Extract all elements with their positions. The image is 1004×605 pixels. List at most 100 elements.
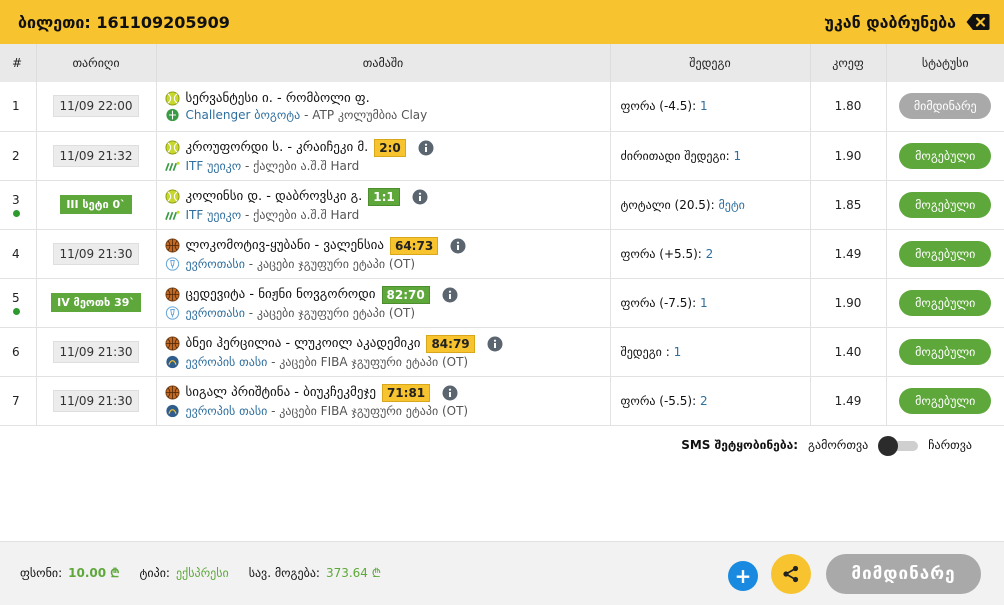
table-row: 4 11/09 21:30 ლოკომოტივ-ყუბანი - ვალენსი… [0, 229, 1004, 279]
info-icon[interactable] [442, 385, 458, 401]
match-teams[interactable]: ბნეი ჰერცილია - ლუკოილ აკადემიკი [186, 336, 421, 351]
tournament-name[interactable]: Challenger ბოგოტა [186, 108, 301, 122]
back-button[interactable]: უკან დაბრუნება [824, 13, 990, 32]
eurocup-logo-icon [165, 256, 179, 271]
backspace-icon [966, 14, 990, 30]
share-icon [783, 565, 799, 583]
live-indicator-dot [13, 307, 20, 315]
coef-value: 1.90 [809, 278, 886, 328]
status-badge[interactable]: მოგებული [899, 240, 992, 267]
table-row: 3 III სეტი 0` კოლინსი დ. - დაბროვსკი გ. … [0, 180, 1004, 230]
tournament-name[interactable]: ITF უეიკო [186, 159, 242, 173]
result-value: 2 [705, 246, 714, 261]
share-button[interactable] [771, 554, 811, 594]
itf-logo-icon [164, 210, 180, 220]
col-result: შედეგი [609, 44, 810, 82]
info-icon[interactable] [442, 287, 458, 303]
tennis-ball-icon [164, 140, 180, 155]
tennis-ball-icon [164, 189, 180, 204]
fiba-europe-cup-icon [165, 404, 179, 417]
result-value: 2 [699, 393, 708, 408]
match-teams[interactable]: კოლინსი დ. - დაბროვსკი გ. [186, 189, 363, 204]
tournament-detail: - ქალები ა.შ.შ Hard [241, 158, 360, 173]
tournament-detail: - კაცები FIBA ჯგუფური ეტაპი (OT) [267, 354, 469, 369]
table-row: 2 11/09 21:32 კროუფორდი ს. - კრაიჩეკი მ.… [0, 131, 1004, 181]
col-coef: კოეფ [809, 44, 886, 82]
result-value: 1 [733, 148, 742, 163]
score-badge: 84:79 [426, 334, 475, 353]
match-teams[interactable]: სიგალ პრიშტინა - ბიუკჩეკმეჯე [186, 385, 376, 400]
tennis-ball-icon [164, 91, 180, 106]
row-date: 11/09 21:30 [52, 389, 140, 412]
tournament-name[interactable]: ევროპის თასი [186, 404, 268, 418]
basketball-icon [164, 385, 180, 400]
potential-win-label: სავ. მოგება: [248, 566, 320, 580]
sms-label: SMS შეტყობინება: [681, 438, 799, 452]
result-label: ფორა (+5.5): [620, 246, 706, 261]
result-value: 1 [699, 295, 708, 310]
ticket-header: ბილეთი: 161109205909 უკან დაბრუნება [0, 0, 1004, 44]
basketball-icon [164, 336, 180, 351]
tournament-name[interactable]: ევროთასი [186, 306, 245, 320]
info-icon[interactable] [418, 140, 434, 156]
result-label: ტოტალი (20.5): [620, 197, 719, 212]
col-status: სტატუსი [885, 44, 1004, 82]
row-number: 1 [0, 82, 36, 132]
tournament-name[interactable]: ევროთასი [186, 257, 245, 271]
match-teams[interactable]: ლოკომოტივ-ყუბანი - ვალენსია [186, 238, 384, 253]
status-badge[interactable]: მოგებული [899, 289, 992, 316]
eurocup-logo-icon [165, 305, 179, 320]
row-number: 6 [0, 327, 36, 377]
result-value: 1 [699, 99, 708, 114]
ticket-footer: ფსონი: 10.00 ₾ ტიპი: ექსპრესი სავ. მოგება:… [0, 541, 1004, 605]
match-teams[interactable]: ცედევიტა - ნიჟნი ნოვგოროდი [186, 287, 376, 302]
col-game: თამაში [155, 44, 610, 82]
coef-value: 1.90 [809, 131, 886, 181]
coef-value: 1.40 [809, 327, 886, 377]
type-label: ტიპი: [139, 565, 170, 580]
sms-on-label[interactable]: ჩართვა [928, 438, 972, 452]
tournament-detail: - კაცები ჯგუფური ეტაპი (OT) [244, 256, 416, 271]
add-button[interactable]: + [728, 561, 758, 591]
result-label: ძირითადი შედეგი: [620, 148, 734, 163]
status-badge[interactable]: მოგებული [899, 387, 992, 414]
result-label: ფორა (-4.5): [620, 99, 700, 114]
coef-value: 1.80 [809, 82, 886, 132]
info-icon[interactable] [412, 189, 428, 205]
sms-off-label[interactable]: გამორთვა [808, 438, 868, 452]
row-number: 2 [0, 131, 36, 181]
stake-label: ფსონი: [20, 566, 63, 580]
result-value: 1 [673, 344, 682, 359]
row-number: 4 [0, 229, 36, 279]
table-row: 7 11/09 21:30 სიგალ პრიშტინა - ბიუკჩეკმე… [0, 376, 1004, 426]
info-icon[interactable] [487, 336, 503, 352]
live-period: IV მეოთხ 39` [51, 293, 141, 312]
status-badge[interactable]: მოგებული [899, 142, 992, 169]
table-row: 6 11/09 21:30 ბნეი ჰერცილია - ლუკოილ აკა… [0, 327, 1004, 377]
table-header-row: # თარიღი თამაში შედეგი კოეფ სტატუსი [0, 44, 1004, 82]
toggle-knob [878, 436, 899, 456]
ticket-status-button[interactable]: მიმდინარე [826, 554, 981, 594]
tournament-detail: - კაცები FIBA ჯგუფური ეტაპი (OT) [267, 403, 469, 418]
ticket-number: ბილეთი: 161109205909 [18, 12, 230, 32]
status-badge[interactable]: მიმდინარე [899, 93, 992, 120]
live-period: III სეტი 0` [60, 195, 132, 214]
info-icon[interactable] [450, 238, 466, 254]
col-number: # [0, 44, 36, 82]
live-indicator-dot [13, 209, 20, 217]
result-label: ფორა (-5.5): [620, 393, 700, 408]
match-teams[interactable]: კროუფორდი ს. - კრაიჩეკი მ. [186, 140, 369, 155]
stake-value: 10.00 ₾ [68, 566, 120, 580]
sms-toggle[interactable] [878, 436, 919, 456]
basketball-icon [164, 287, 180, 302]
tournament-name[interactable]: ITF უეიკო [186, 208, 242, 222]
row-number: 3 [12, 192, 20, 207]
tournament-name[interactable]: ევროპის თასი [186, 355, 268, 369]
status-badge[interactable]: მოგებული [899, 338, 992, 365]
tournament-detail: - ქალები ა.შ.შ Hard [241, 207, 360, 222]
match-teams[interactable]: სერვანტესი ი. - რომბოლი ფ. [186, 91, 370, 106]
type-value: ექსპრესი [175, 565, 229, 580]
coef-value: 1.49 [809, 229, 886, 279]
coef-value: 1.85 [809, 180, 886, 230]
status-badge[interactable]: მოგებული [899, 191, 992, 218]
